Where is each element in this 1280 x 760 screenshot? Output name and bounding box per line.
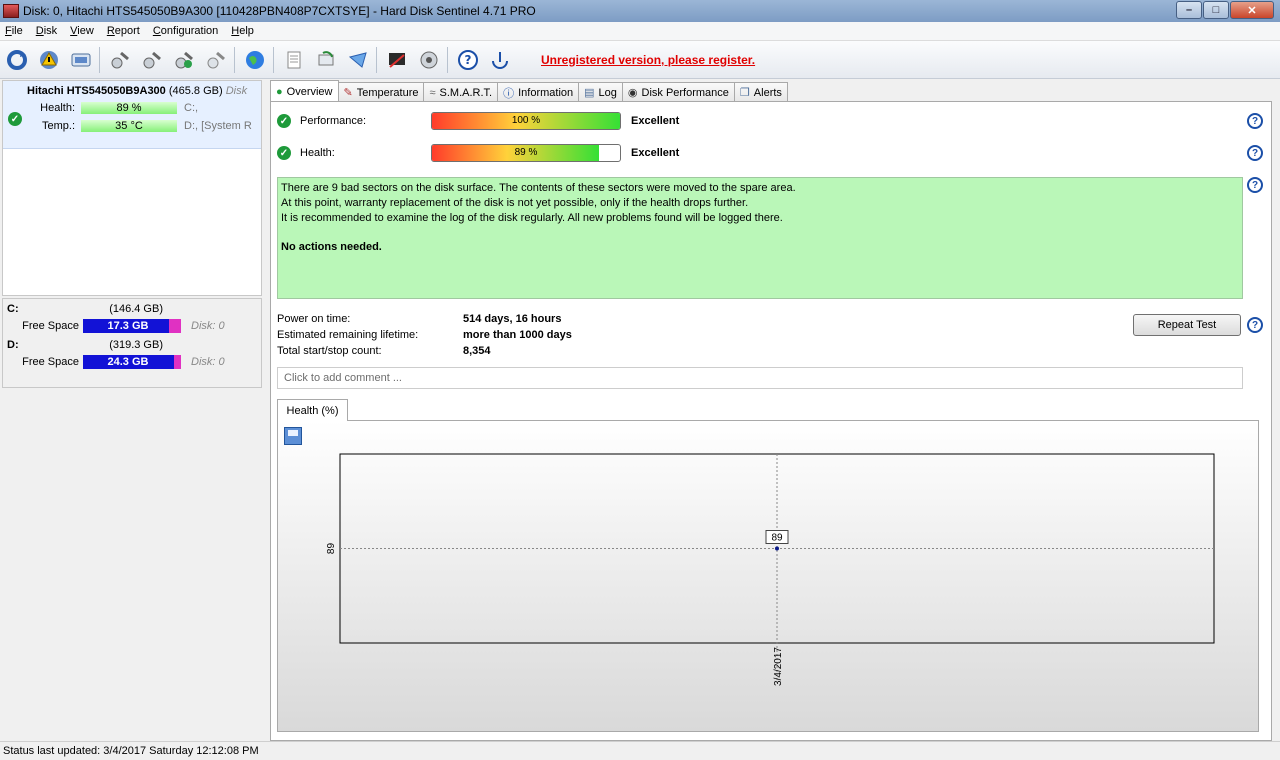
free-space-fill bbox=[174, 355, 181, 369]
health-chart: 89 3/4/2017 89 bbox=[277, 420, 1259, 732]
title-bar: Disk: 0, Hitachi HTS545050B9A300 [110428… bbox=[0, 0, 1280, 22]
refresh-icon[interactable] bbox=[2, 45, 32, 75]
toolbar-separator bbox=[376, 46, 377, 73]
sound-icon[interactable] bbox=[414, 45, 444, 75]
smart-icon: ≈ bbox=[429, 86, 436, 99]
tab-alerts[interactable]: ❐ Alerts bbox=[733, 82, 788, 102]
check-icon: ● bbox=[276, 85, 283, 98]
disk-name: Hitachi HTS545050B9A300 (465.8 GB) Disk bbox=[27, 85, 248, 97]
health-chart-svg: 89 3/4/2017 89 bbox=[326, 453, 1215, 686]
menu-report[interactable]: Report bbox=[102, 25, 148, 37]
volume-header[interactable]: C: (146.4 GB) bbox=[3, 299, 261, 317]
log-icon: ▤ bbox=[584, 87, 595, 99]
comment-input[interactable]: Click to add comment ... bbox=[277, 367, 1243, 389]
help-icon[interactable]: ? bbox=[1247, 317, 1263, 333]
tab-bar: ● Overview ✎ Temperature ≈ S.M.A.R.T. ⓘ Info… bbox=[270, 80, 788, 102]
tab-temperature[interactable]: ✎ Temperature bbox=[337, 82, 425, 102]
performance-bar: 100 % bbox=[431, 112, 621, 130]
disk-list-panel: ✓ Hitachi HTS545050B9A300 (465.8 GB) Dis… bbox=[0, 80, 264, 741]
help-icon[interactable]: ? bbox=[1247, 145, 1263, 161]
disk-temp-row: Temp.: 35 °C D:, [System R bbox=[41, 120, 252, 132]
surface-test-icon[interactable] bbox=[382, 45, 412, 75]
toolbar-separator bbox=[447, 46, 448, 73]
menu-help[interactable]: Help bbox=[226, 25, 262, 37]
tab-smart[interactable]: ≈ S.M.A.R.T. bbox=[423, 82, 499, 102]
free-space-bar: 17.3 GB bbox=[83, 319, 181, 333]
tools-icon-2[interactable] bbox=[137, 45, 167, 75]
globe-icon[interactable] bbox=[240, 45, 270, 75]
app-icon bbox=[3, 4, 19, 18]
menu-view[interactable]: View bbox=[65, 25, 102, 37]
y-tick-label: 89 bbox=[326, 543, 337, 555]
tools-icon[interactable] bbox=[105, 45, 135, 75]
tools-icon-3[interactable] bbox=[201, 45, 231, 75]
menu-bar: File Disk View Report Configuration Help bbox=[0, 22, 1280, 41]
close-button[interactable]: ✕ bbox=[1230, 1, 1274, 19]
menu-disk[interactable]: Disk bbox=[31, 25, 65, 37]
update-icon[interactable] bbox=[311, 45, 341, 75]
thermometer-icon: ✎ bbox=[343, 87, 353, 99]
check-icon: ✓ bbox=[8, 112, 22, 126]
unregistered-link[interactable]: Unregistered version, please register. bbox=[541, 53, 755, 67]
help-icon[interactable]: ? bbox=[1247, 177, 1263, 193]
tab-disk-performance[interactable]: ◉ Disk Performance bbox=[621, 82, 735, 102]
disk-list: ✓ Hitachi HTS545050B9A300 (465.8 GB) Dis… bbox=[2, 80, 262, 296]
alerts-icon: ❐ bbox=[739, 87, 750, 99]
check-icon: ✓ bbox=[277, 114, 291, 128]
minimize-button[interactable]: – bbox=[1176, 1, 1202, 19]
disk-health-bar: 89 % bbox=[81, 102, 177, 114]
check-icon: ✓ bbox=[277, 146, 291, 160]
alert-disk-icon[interactable] bbox=[34, 45, 64, 75]
info-icon: ⓘ bbox=[503, 87, 515, 100]
window-title: Disk: 0, Hitachi HTS545050B9A300 [110428… bbox=[23, 4, 536, 18]
tools-check-icon[interactable] bbox=[169, 45, 199, 75]
tab-health-chart[interactable]: Health (%) bbox=[277, 399, 348, 421]
overview-panel: ✓ Performance: 100 % Excellent ? ✓ Healt… bbox=[270, 101, 1272, 741]
volume-header[interactable]: D: (319.3 GB) bbox=[3, 335, 261, 353]
health-bar: 89 % bbox=[431, 144, 621, 162]
menu-configuration[interactable]: Configuration bbox=[148, 25, 226, 37]
svg-text:?: ? bbox=[465, 53, 472, 67]
disk-temp-bar: 35 °C bbox=[81, 120, 177, 132]
status-message: There are 9 bad sectors on the disk surf… bbox=[277, 177, 1243, 299]
performance-row: ✓ Performance: 100 % Excellent ? bbox=[277, 112, 1263, 130]
disk-info: Power on time: 514 days, 16 hours Estimat… bbox=[277, 313, 572, 357]
x-tick-label: 3/4/2017 bbox=[773, 647, 784, 686]
main-panel: ● Overview ✎ Temperature ≈ S.M.A.R.T. ⓘ Info… bbox=[265, 80, 1280, 741]
health-row: ✓ Health: 89 % Excellent ? bbox=[277, 144, 1263, 162]
menu-file[interactable]: File bbox=[0, 25, 31, 37]
data-point bbox=[775, 546, 779, 551]
info-icon[interactable] bbox=[485, 45, 515, 75]
volume-free-row: Free Space 24.3 GB Disk: 0 bbox=[22, 355, 225, 369]
help-icon[interactable]: ? bbox=[1247, 113, 1263, 129]
toolbar-separator bbox=[99, 46, 100, 73]
volume-list: C: (146.4 GB) Free Space 17.3 GB Disk: 0… bbox=[2, 298, 262, 388]
toolbar: ? Unregistered version, please register. bbox=[0, 41, 1280, 79]
status-bar: Status last updated: 3/4/2017 Saturday 1… bbox=[0, 741, 1280, 760]
tab-information[interactable]: ⓘ Information bbox=[497, 82, 580, 102]
disk-health-row: Health: 89 % C:, bbox=[40, 102, 199, 114]
volume-free-row: Free Space 17.3 GB Disk: 0 bbox=[22, 319, 225, 333]
repeat-test-button[interactable]: Repeat Test bbox=[1133, 314, 1241, 336]
disk-icon[interactable] bbox=[66, 45, 96, 75]
maximize-button[interactable]: □ bbox=[1203, 1, 1229, 19]
data-label: 89 bbox=[771, 533, 783, 544]
help-icon[interactable]: ? bbox=[453, 45, 483, 75]
toolbar-separator bbox=[273, 46, 274, 73]
tab-overview[interactable]: ● Overview bbox=[270, 80, 339, 102]
report-icon[interactable] bbox=[279, 45, 309, 75]
send-report-icon[interactable] bbox=[343, 45, 373, 75]
tab-log[interactable]: ▤ Log bbox=[578, 82, 623, 102]
window-controls: – □ ✕ bbox=[1175, 1, 1274, 19]
toolbar-separator bbox=[234, 46, 235, 73]
disk-item[interactable]: ✓ Hitachi HTS545050B9A300 (465.8 GB) Dis… bbox=[3, 81, 261, 149]
performance-icon: ◉ bbox=[627, 87, 638, 99]
free-space-bar: 24.3 GB bbox=[83, 355, 181, 369]
